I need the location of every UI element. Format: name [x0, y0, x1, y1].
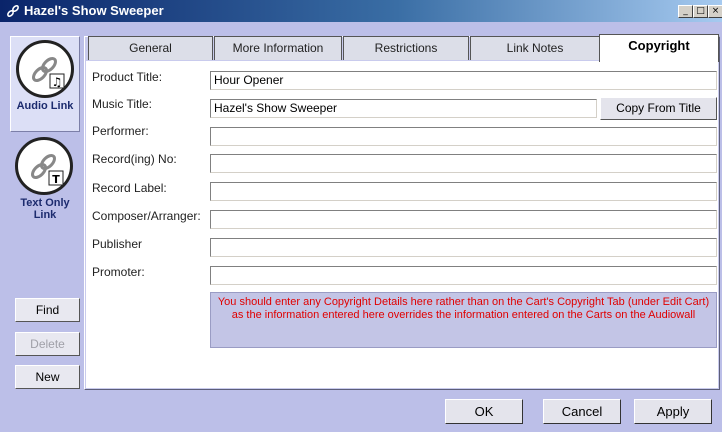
publisher-field[interactable]: [210, 238, 717, 257]
promoter-field[interactable]: [210, 266, 717, 285]
record-label-field[interactable]: [210, 182, 717, 201]
tab-copyright[interactable]: Copyright: [599, 34, 719, 62]
product-title-label: Product Title:: [92, 70, 163, 84]
promoter-label: Promoter:: [92, 265, 145, 279]
tab-link-notes[interactable]: Link Notes: [470, 36, 600, 60]
dialog-window: Hazel's Show Sweeper _ □ × ♫ Audio Link …: [0, 0, 722, 432]
record-no-label: Record(ing) No:: [92, 152, 177, 166]
text-link-icon: T: [15, 137, 73, 195]
audio-link-option[interactable]: ♫ Audio Link: [10, 36, 80, 132]
title-bar[interactable]: Hazel's Show Sweeper _ □ ×: [0, 0, 722, 22]
tab-more-information[interactable]: More Information: [214, 36, 342, 60]
performer-field[interactable]: [210, 127, 717, 146]
audio-link-icon: ♫: [16, 40, 74, 98]
window-title: Hazel's Show Sweeper: [24, 3, 164, 18]
music-title-label: Music Title:: [92, 97, 153, 111]
svg-text:♫: ♫: [52, 75, 63, 89]
record-label-label: Record Label:: [92, 181, 167, 195]
record-no-field[interactable]: [210, 154, 717, 173]
ok-button[interactable]: OK: [445, 399, 523, 424]
apply-button[interactable]: Apply: [634, 399, 712, 424]
svg-text:T: T: [52, 173, 60, 186]
minimize-button[interactable]: _: [678, 5, 693, 18]
tab-restrictions[interactable]: Restrictions: [343, 36, 469, 60]
composer-field[interactable]: [210, 210, 717, 229]
delete-button[interactable]: Delete: [15, 332, 80, 356]
text-link-option[interactable]: T Text Only Link: [10, 134, 80, 230]
performer-label: Performer:: [92, 124, 149, 138]
composer-label: Composer/Arranger:: [92, 209, 201, 223]
publisher-label: Publisher: [92, 237, 143, 251]
product-title-field[interactable]: Hour Opener: [210, 71, 717, 90]
copy-from-title-button[interactable]: Copy From Title: [600, 97, 717, 120]
copyright-note: You should enter any Copyright Details h…: [210, 292, 717, 348]
audio-link-label: Audio Link: [16, 100, 74, 112]
new-button[interactable]: New: [15, 365, 80, 389]
text-link-label: Text Only Link: [20, 197, 70, 221]
maximize-button[interactable]: □: [693, 5, 708, 18]
tab-general[interactable]: General: [88, 36, 213, 60]
link-chain-icon: [7, 5, 19, 17]
cancel-button[interactable]: Cancel: [543, 399, 621, 424]
close-button[interactable]: ×: [708, 5, 722, 18]
music-title-field[interactable]: Hazel's Show Sweeper: [210, 99, 597, 118]
find-button[interactable]: Find: [15, 298, 80, 322]
